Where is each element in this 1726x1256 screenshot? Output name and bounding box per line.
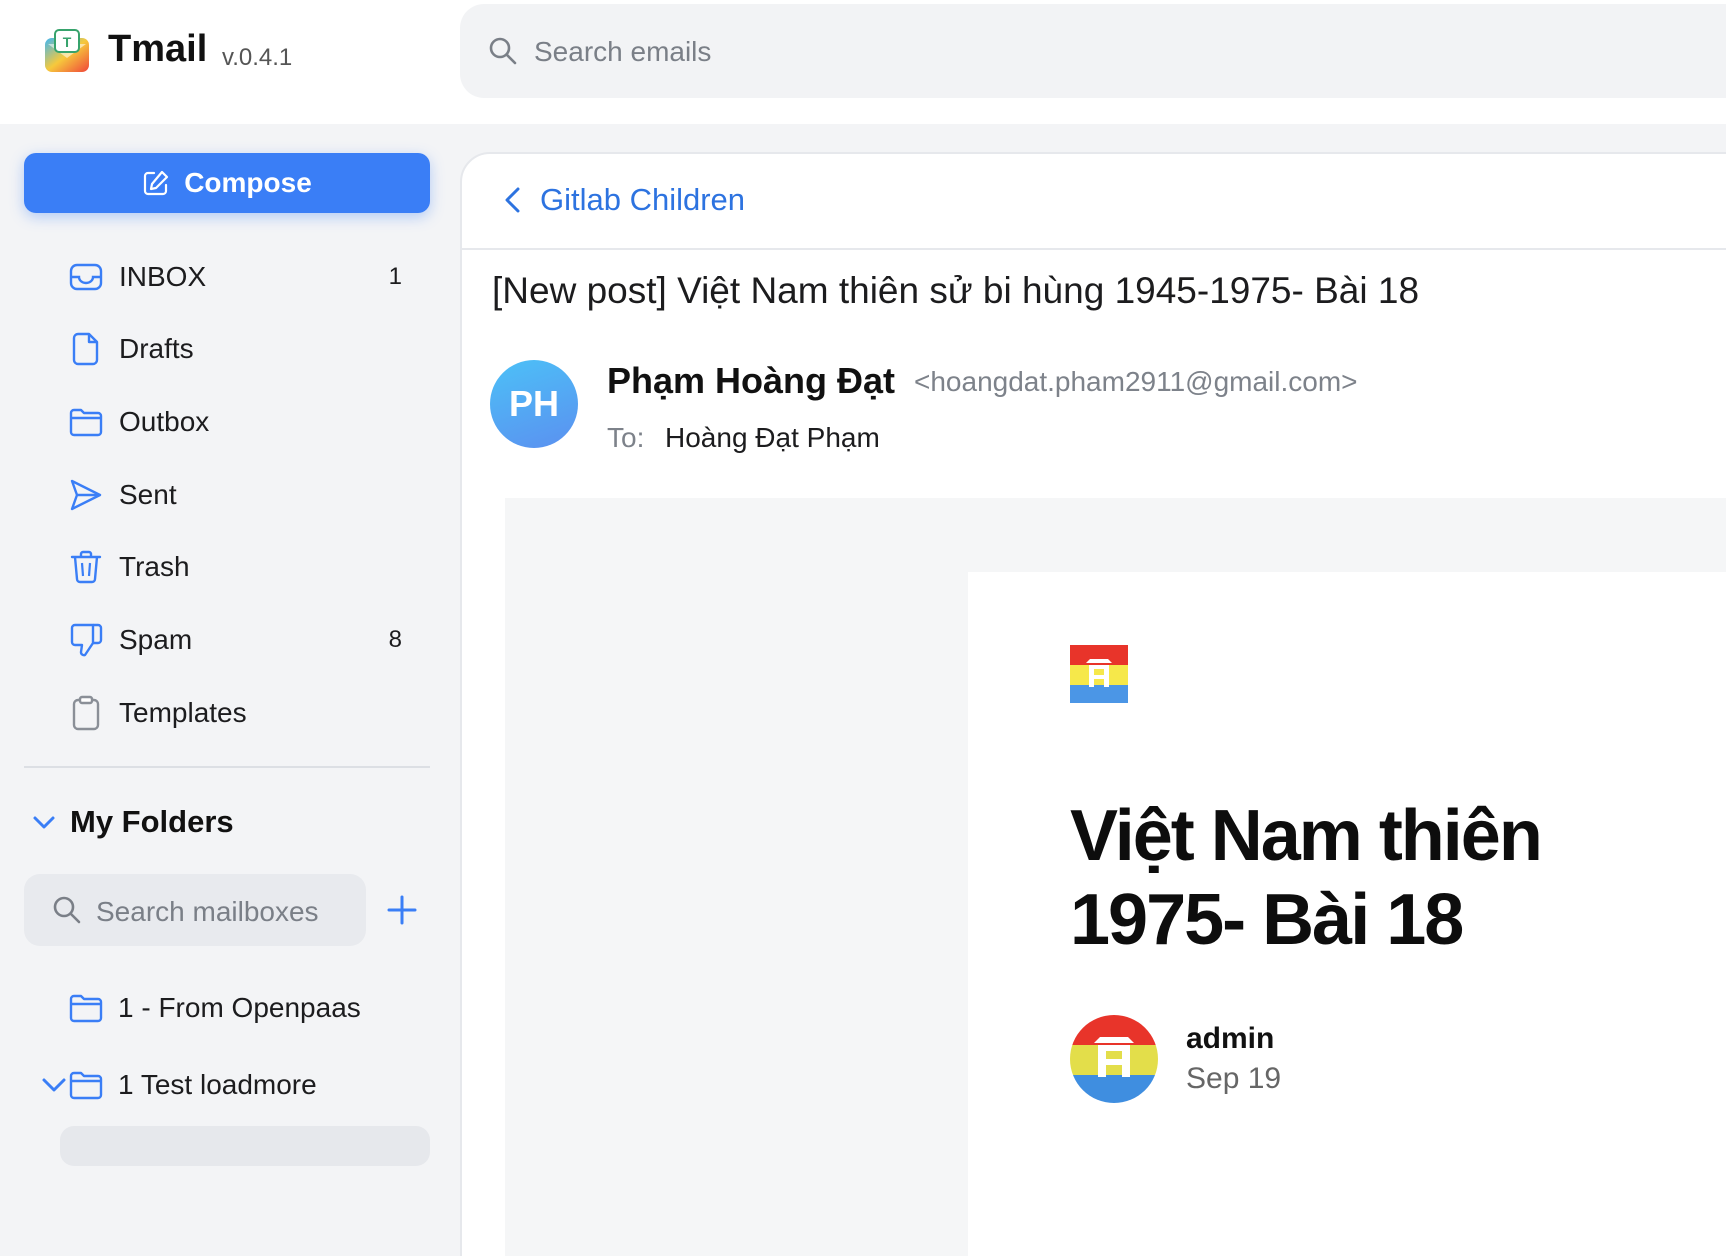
post-date: Sep 19 [1186, 1062, 1282, 1095]
app-name: Tmail [108, 28, 208, 70]
draft-icon [72, 332, 99, 366]
sidebar-item-label: INBOX [119, 261, 207, 292]
thumbs-down-icon [70, 623, 103, 657]
compose-button[interactable]: Compose [24, 153, 430, 213]
svg-text:T: T [63, 34, 72, 50]
sidebar-item-outbox[interactable]: Outbox [24, 394, 430, 450]
sidebar-item-label: Sent [119, 479, 177, 510]
search-icon [53, 896, 81, 924]
add-folder-button[interactable] [384, 892, 420, 928]
sidebar-item-inbox[interactable]: INBOX 1 [24, 249, 430, 305]
search-placeholder: Search emails [534, 36, 712, 67]
email-search-input[interactable]: Search emails [460, 4, 1726, 98]
recipient-name[interactable]: Hoàng Đạt Phạm [665, 422, 880, 454]
folder-icon [69, 994, 103, 1023]
chevron-left-icon [505, 187, 520, 213]
top-bar: T Tmail v.0.4.1 Search emails [0, 0, 1726, 124]
trash-icon [70, 550, 102, 584]
to-label: To: [607, 422, 645, 453]
folder-label: 1 Test loadmore [118, 1069, 317, 1100]
sidebar-item-drafts[interactable]: Drafts [24, 321, 430, 377]
sidebar-divider [24, 766, 430, 768]
email-subject: [New post] Việt Nam thiên sử bi hùng 194… [492, 270, 1420, 311]
app-version: v.0.4.1 [222, 44, 293, 71]
mailbox-search-input[interactable]: Search mailboxes [24, 874, 366, 946]
sidebar-item-label: Trash [119, 551, 190, 582]
back-label: Gitlab Children [540, 182, 746, 217]
sidebar-item-label: Outbox [119, 406, 210, 437]
folder-item[interactable]: 1 - From Openpaas [24, 980, 430, 1036]
sender-name[interactable]: Phạm Hoàng Đạt [607, 360, 895, 402]
subfolder-item[interactable] [60, 1126, 430, 1166]
compose-icon [144, 170, 169, 196]
inbox-icon [69, 263, 103, 291]
sidebar-item-label: Templates [119, 697, 247, 728]
author-name: admin [1186, 1022, 1275, 1055]
chevron-down-icon[interactable] [40, 1071, 68, 1099]
send-icon [70, 479, 102, 511]
sender-email[interactable]: <hoangdat.pham2911@gmail.com> [914, 366, 1358, 398]
sidebar-item-label: Spam [119, 624, 193, 655]
my-folders-title: My Folders [70, 804, 234, 839]
compose-label: Compose [184, 167, 312, 198]
email-body: Việt Nam thiên 1975- Bài 18 admin Sep 19 [505, 498, 1726, 1256]
post-title: Việt Nam thiên 1975- Bài 18 [1070, 796, 1543, 960]
chevron-down-icon [33, 816, 55, 829]
folder-icon [69, 1071, 103, 1100]
unread-count: 1 [388, 263, 402, 290]
sidebar-item-trash[interactable]: Trash [24, 539, 430, 595]
clipboard-icon [72, 695, 100, 731]
folder-icon [69, 408, 103, 437]
author-avatar-icon [1070, 1015, 1158, 1103]
sidebar: Compose INBOX 1 Drafts Outbox Sent Trash… [0, 124, 460, 1256]
back-button[interactable]: Gitlab Children [500, 182, 745, 218]
search-icon [489, 37, 517, 65]
header-divider [462, 248, 1726, 250]
sidebar-item-sent[interactable]: Sent [24, 467, 430, 523]
folder-label: 1 - From Openpaas [118, 992, 361, 1023]
folder-item[interactable]: 1 Test loadmore [24, 1057, 430, 1113]
my-folders-toggle[interactable]: My Folders [30, 800, 234, 844]
sidebar-item-templates[interactable]: Templates [24, 685, 430, 741]
unread-count: 8 [388, 626, 402, 653]
sender-avatar: PH [490, 360, 578, 448]
email-content-card: Việt Nam thiên 1975- Bài 18 admin Sep 19 [968, 572, 1726, 1256]
sidebar-item-spam[interactable]: Spam 8 [24, 612, 430, 668]
site-logo-icon [1070, 645, 1128, 703]
sidebar-item-label: Drafts [119, 333, 194, 364]
mailbox-search-placeholder: Search mailboxes [96, 896, 319, 927]
tmail-logo-icon: T [45, 29, 89, 72]
